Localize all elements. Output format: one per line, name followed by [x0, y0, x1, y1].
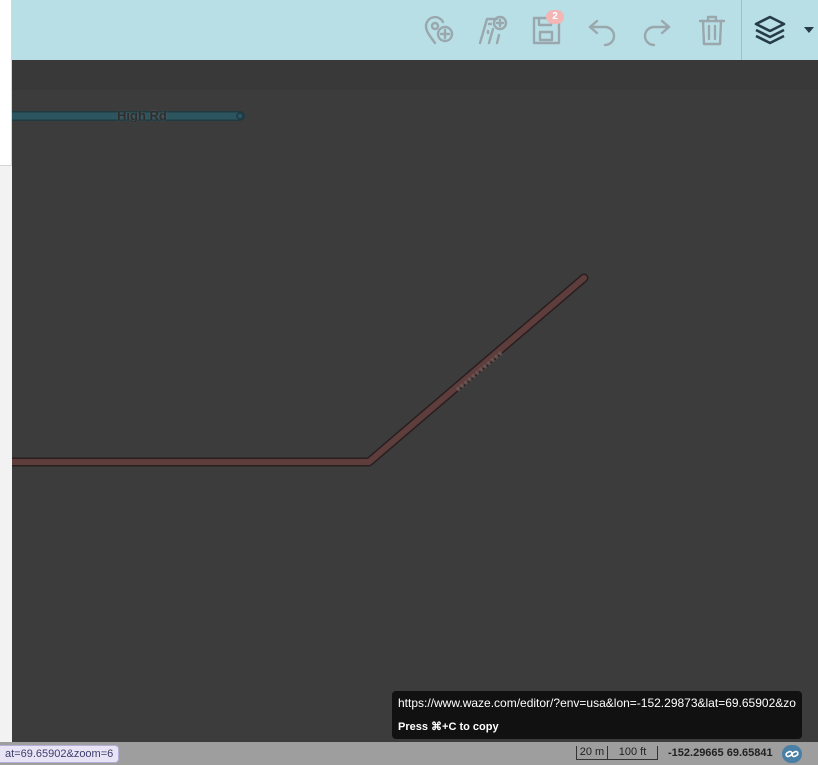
scale-metric: 20 m: [576, 746, 608, 760]
toolbar-divider: [741, 0, 742, 60]
cursor-coordinates: -152.29665 69.65841: [668, 747, 773, 759]
redo-icon: [643, 19, 671, 47]
road-segment[interactable]: [12, 275, 587, 465]
status-url-fragment: at=69.65902&zoom=6: [0, 745, 120, 763]
scale-imperial: 100 ft: [608, 746, 658, 760]
undo-icon: [588, 19, 616, 47]
add-place-button[interactable]: [420, 12, 456, 48]
permalink-tooltip: https://www.waze.com/editor/?env=usa&lon…: [392, 691, 802, 739]
layers-button[interactable]: [746, 6, 794, 54]
redo-button[interactable]: [639, 12, 675, 48]
permalink-button[interactable]: [782, 745, 802, 763]
permalink-url: https://www.waze.com/editor/?env=usa&lon…: [398, 696, 796, 710]
layers-icon: [754, 15, 786, 45]
delete-button[interactable]: [694, 12, 730, 48]
map-canvas[interactable]: High Rd: [12, 60, 818, 742]
add-road-button[interactable]: [474, 12, 510, 48]
copy-hint: Press ⌘+C to copy: [398, 721, 499, 733]
link-icon: [785, 750, 799, 758]
trash-icon: [698, 15, 726, 46]
unsaved-count-badge: 2: [546, 10, 564, 24]
undo-button[interactable]: [584, 12, 620, 48]
status-bar: at=69.65902&zoom=6 20 m 100 ft -152.2966…: [0, 742, 818, 765]
top-toolbar: 2: [12, 0, 818, 60]
save-button[interactable]: 2: [528, 10, 564, 48]
road-segment-outline[interactable]: [12, 273, 589, 467]
layers-dropdown-button[interactable]: [802, 24, 816, 36]
place-pin-plus-icon: [424, 15, 454, 45]
road-label-high-rd: High Rd: [117, 108, 167, 123]
chevron-down-icon: [804, 27, 814, 33]
road-layer: [12, 111, 589, 467]
side-panel-lower: [0, 165, 12, 742]
road-plus-icon: [478, 15, 508, 45]
